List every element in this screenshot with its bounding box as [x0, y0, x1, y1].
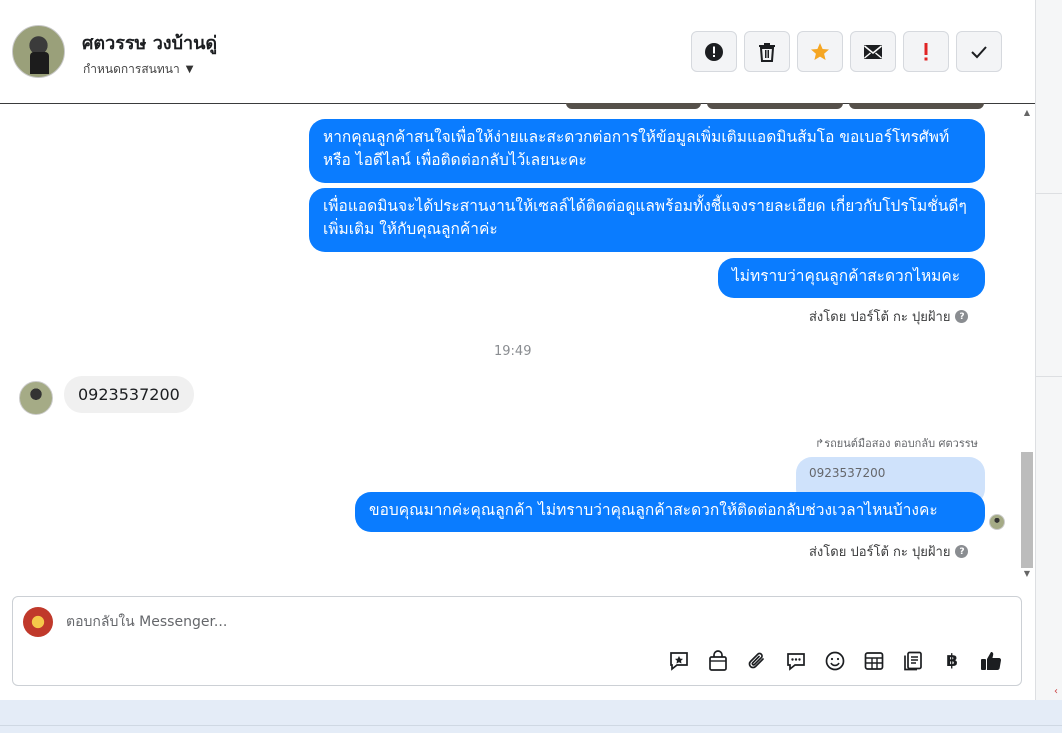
shopping-bag-icon[interactable]	[706, 649, 730, 673]
right-sidebar-edge	[1035, 0, 1062, 700]
mark-unread-button[interactable]	[850, 31, 896, 72]
sent-by-label: ส่งโดย ปอร์โต้ กะ ปุยฝ้าย ?	[809, 306, 969, 327]
emoji-icon[interactable]	[823, 649, 847, 673]
sent-by-text: ส่งโดย ปอร์โต้ กะ ปุยฝ้าย	[809, 545, 951, 560]
caret-down-icon: ▼	[185, 64, 194, 75]
reply-note-text: รถยนต์มือสอง ตอบกลับ ศตวรรษ	[824, 437, 978, 450]
trash-icon	[759, 42, 775, 62]
reply-arrow-icon: ↱	[815, 437, 825, 450]
baht-icon[interactable]: ฿	[940, 649, 964, 673]
attachment-icon[interactable]	[745, 649, 769, 673]
timestamp: 19:49	[494, 344, 532, 359]
image-attachments-strip[interactable]	[566, 103, 984, 109]
envelope-icon	[863, 44, 883, 59]
reply-input[interactable]	[66, 611, 666, 633]
edge-arrow-icon: ‹	[1054, 686, 1058, 697]
message-composer: ฿	[12, 596, 1022, 686]
outgoing-message[interactable]: ไม่ทราบว่าคุณลูกค้าสะดวกไหมคะ	[718, 258, 985, 298]
contact-avatar[interactable]	[12, 25, 65, 78]
assign-conversation-dropdown[interactable]: กำหนดการสนทนา ▼	[83, 60, 193, 79]
contact-avatar-small[interactable]	[19, 381, 53, 415]
saved-reply-icon[interactable]	[667, 649, 691, 673]
contact-name[interactable]: ศตวรรษ วงบ้านดู่	[82, 28, 217, 57]
help-icon[interactable]: ?	[955, 545, 969, 558]
chat-bubble-icon[interactable]	[784, 649, 808, 673]
mark-done-button[interactable]	[956, 31, 1002, 72]
delete-button[interactable]	[744, 31, 790, 72]
table-icon[interactable]	[862, 649, 886, 673]
help-icon[interactable]: ?	[955, 310, 969, 323]
follow-up-button[interactable]	[903, 31, 949, 72]
scrollbar-thumb[interactable]	[1021, 452, 1033, 568]
scroll-up-arrow-icon[interactable]: ▲	[1022, 108, 1032, 120]
composer-toolbar: ฿	[667, 649, 1003, 673]
star-button[interactable]	[797, 31, 843, 72]
sent-by-label: ส่งโดย ปอร์โต้ กะ ปุยฝ้าย ?	[809, 541, 969, 562]
like-icon[interactable]	[979, 649, 1003, 673]
star-icon	[811, 42, 829, 60]
conversation-header: ศตวรรษ วงบ้านดู่ กำหนดการสนทนา ▼	[0, 0, 1035, 104]
page-avatar	[23, 607, 53, 637]
bottom-bar	[0, 700, 1062, 733]
outgoing-message[interactable]: ขอบคุณมากค่ะคุณลูกค้า ไม่ทราบว่าคุณลูกค้…	[355, 492, 985, 532]
form-icon[interactable]	[901, 649, 925, 673]
read-receipt-avatar	[989, 514, 1005, 530]
scroll-down-arrow-icon[interactable]: ▼	[1022, 569, 1032, 581]
spam-alert-button[interactable]	[691, 31, 737, 72]
header-toolbar	[691, 31, 1002, 72]
reply-context: ↱รถยนต์มือสอง ตอบกลับ ศตวรรษ	[815, 434, 978, 452]
assign-label: กำหนดการสนทนา	[83, 62, 180, 76]
exclamation-icon	[924, 42, 928, 60]
alert-circle-icon	[705, 42, 723, 61]
check-icon	[971, 45, 987, 58]
incoming-message[interactable]: 0923537200	[64, 376, 194, 413]
outgoing-message[interactable]: เพื่อแอดมินจะได้ประสานงานให้เซลล์ได้ติดต…	[309, 188, 985, 252]
outgoing-message[interactable]: หากคุณลูกค้าสนใจเพื่อให้ง่ายและสะดวกต่อก…	[309, 119, 985, 183]
sent-by-text: ส่งโดย ปอร์โต้ กะ ปุยฝ้าย	[809, 310, 951, 325]
